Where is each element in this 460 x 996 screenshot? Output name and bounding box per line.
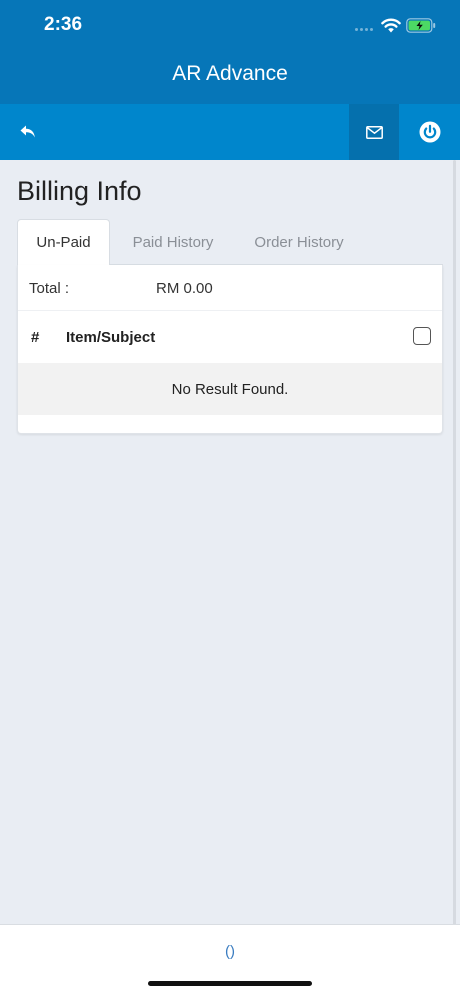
status-time: 2:36 [44, 14, 83, 35]
scrollbar[interactable] [453, 160, 456, 940]
column-header-number: # [31, 329, 40, 346]
mail-button[interactable] [349, 104, 399, 160]
total-label: Total : [29, 280, 70, 297]
app-title: AR Advance [172, 62, 288, 85]
table-header: # Item/Subject [18, 311, 442, 363]
wifi-icon [381, 18, 401, 33]
home-indicator [148, 981, 312, 986]
toolbar [0, 104, 460, 160]
status-bar: 2:36 [0, 0, 460, 52]
tab-un-paid[interactable]: Un-Paid [17, 219, 110, 266]
tab-order-history[interactable]: Order History [240, 219, 358, 265]
battery-icon [406, 18, 436, 33]
power-button[interactable] [399, 104, 460, 160]
page-title: Billing Info [17, 176, 142, 206]
reply-arrow-icon [20, 125, 35, 138]
tab-paid-history[interactable]: Paid History [118, 219, 228, 265]
bottom-mark: () [225, 943, 235, 960]
total-value: RM 0.00 [156, 280, 213, 297]
signal-icon [355, 28, 375, 32]
select-all-checkbox[interactable] [413, 327, 431, 345]
bottom-bar: () [0, 924, 460, 996]
envelope-icon [365, 125, 383, 139]
total-row: Total : RM 0.00 [18, 265, 442, 311]
empty-result-message: No Result Found. [18, 363, 442, 415]
tab-bar: Un-Paid Paid History Order History [17, 219, 443, 266]
column-header-item-subject: Item/Subject [66, 329, 156, 346]
app-header: 2:36 AR Advance [0, 0, 460, 104]
power-icon [419, 121, 440, 143]
back-button[interactable] [0, 104, 56, 160]
billing-card: Total : RM 0.00 # Item/Subject No Result… [17, 265, 443, 434]
